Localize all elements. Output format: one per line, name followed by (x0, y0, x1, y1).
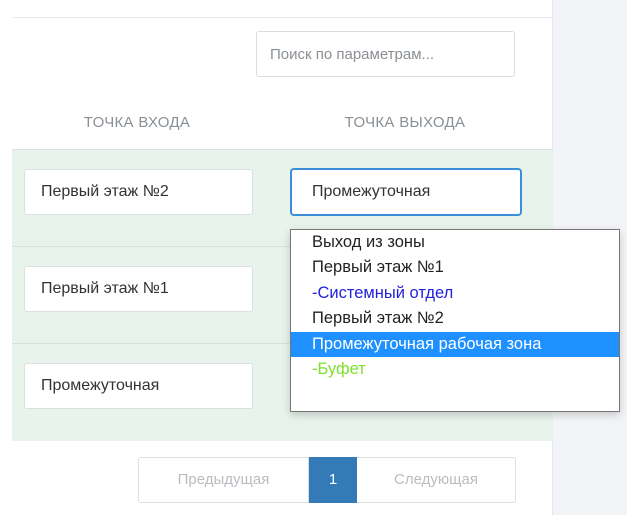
pagination: Предыдущая 1 Следующая (138, 457, 516, 503)
top-divider (12, 17, 553, 18)
page-1-button[interactable]: 1 (309, 457, 357, 503)
dropdown-option[interactable]: -Системный отдел (291, 281, 619, 306)
exit-point-select[interactable]: Промежуточная (291, 169, 521, 215)
previous-page-button[interactable]: Предыдущая (138, 457, 309, 503)
column-header-entry: ТОЧКА ВХОДА (83, 114, 191, 131)
dropdown-option[interactable]: Первый этаж №1 (291, 255, 619, 280)
dropdown-option[interactable]: Выход из зоны (291, 230, 619, 255)
exit-point-dropdown: Выход из зоны Первый этаж №1 -Системный … (290, 229, 620, 412)
search-input[interactable] (256, 31, 515, 77)
entry-point-field[interactable]: Промежуточная (24, 363, 253, 409)
column-header-exit: ТОЧКА ВЫХОДА (344, 114, 466, 131)
entry-point-field[interactable]: Первый этаж №2 (24, 169, 253, 215)
dropdown-option[interactable]: -Буфет (291, 357, 619, 382)
entry-point-field[interactable]: Первый этаж №1 (24, 266, 253, 312)
dropdown-option-selected[interactable]: Промежуточная рабочая зона (291, 331, 619, 357)
next-page-button[interactable]: Следующая (357, 457, 516, 503)
dropdown-option[interactable]: Первый этаж №2 (291, 306, 619, 331)
